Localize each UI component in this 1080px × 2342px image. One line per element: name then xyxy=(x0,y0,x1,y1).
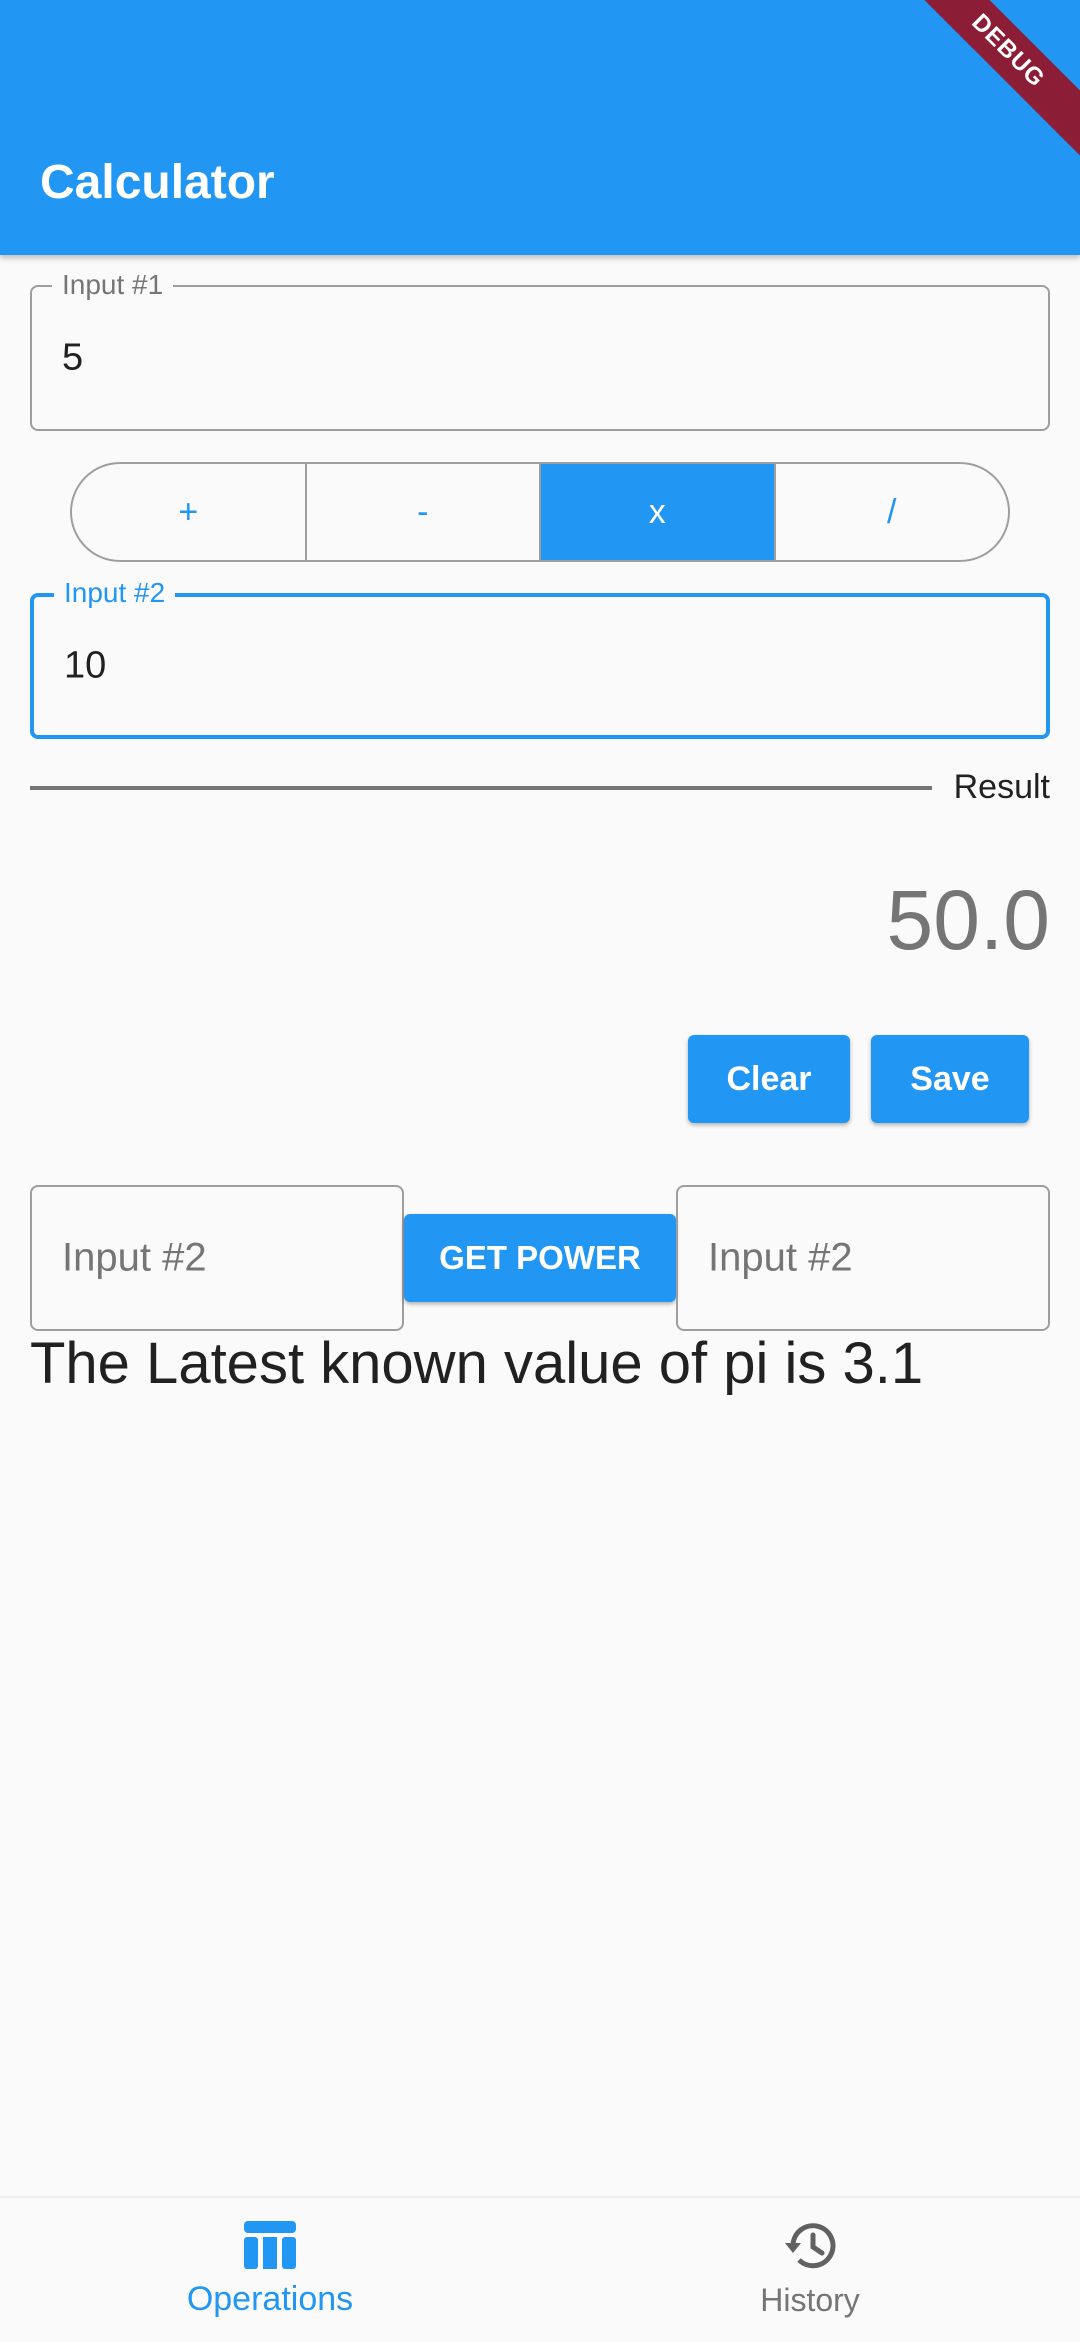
app-bar: Calculator xyxy=(0,0,1080,255)
input-1-value[interactable]: 5 xyxy=(62,337,83,380)
page-title: Calculator xyxy=(40,156,275,209)
result-value: 50.0 xyxy=(886,873,1051,967)
debug-banner: DEBUG xyxy=(920,0,1080,160)
power-exponent-placeholder: Input #2 xyxy=(708,1235,853,1280)
input-2-label: Input #2 xyxy=(54,577,176,609)
nav-item-history[interactable]: History xyxy=(540,2198,1080,2342)
power-base-placeholder: Input #2 xyxy=(62,1235,207,1280)
clear-button[interactable]: Clear xyxy=(688,1035,850,1123)
input-1-label: Input #1 xyxy=(52,269,174,301)
operation-selector: + - x / xyxy=(70,462,1010,562)
input-2-field[interactable]: Input #2 10 xyxy=(30,577,1050,739)
get-power-button[interactable]: GET POWER xyxy=(404,1214,676,1302)
nav-item-operations[interactable]: Operations xyxy=(0,2198,540,2342)
history-icon xyxy=(783,2221,837,2276)
input-2-value[interactable]: 10 xyxy=(64,645,106,688)
bottom-navigation: Operations History xyxy=(0,2196,1080,2342)
operation-divide-button[interactable]: / xyxy=(773,464,1009,560)
operation-multiply-button[interactable]: x xyxy=(539,464,774,560)
nav-label-operations: Operations xyxy=(186,2280,354,2318)
table-icon xyxy=(244,2221,296,2274)
power-exponent-input[interactable]: Input #2 xyxy=(676,1185,1050,1331)
input-1-field[interactable]: Input #1 5 xyxy=(30,269,1050,431)
save-button[interactable]: Save xyxy=(871,1035,1029,1123)
result-label: Result xyxy=(953,768,1050,806)
result-divider xyxy=(30,786,932,790)
operation-subtract-button[interactable]: - xyxy=(304,464,540,560)
nav-label-history: History xyxy=(760,2282,860,2318)
debug-banner-label: DEBUG xyxy=(920,0,1080,160)
power-base-input[interactable]: Input #2 xyxy=(30,1185,404,1331)
operation-add-button[interactable]: + xyxy=(72,464,305,560)
pi-value-text: The Latest known value of pi is 3.1 xyxy=(30,1331,924,1396)
